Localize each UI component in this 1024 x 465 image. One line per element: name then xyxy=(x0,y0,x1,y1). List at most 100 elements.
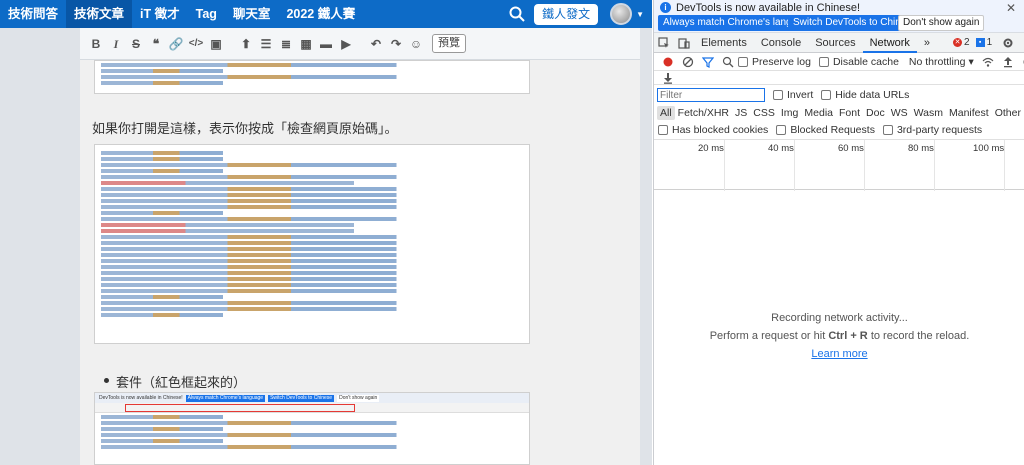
error-badge[interactable]: ✕ 2 xyxy=(953,37,970,48)
tab-network[interactable]: Network xyxy=(862,33,917,53)
filter-row: Invert Hide data URLs xyxy=(654,86,1024,104)
blocked-requests-checkbox[interactable]: Blocked Requests xyxy=(776,124,875,136)
avatar[interactable] xyxy=(610,3,633,25)
device-toolbar-icon[interactable] xyxy=(678,37,690,49)
embedded-button: Switch DevTools to Chinese xyxy=(268,394,335,402)
filter-icon[interactable] xyxy=(701,56,715,68)
article-image-devtools-panels: DevTools is now available in Chinese! Al… xyxy=(94,392,530,465)
embedded-info-bar: DevTools is now available in Chinese! Al… xyxy=(95,393,529,403)
article-image-page-source xyxy=(94,144,530,344)
preserve-log-checkbox[interactable]: Preserve log xyxy=(738,56,811,68)
close-icon[interactable]: ✕ xyxy=(1006,1,1016,15)
type-wasm[interactable]: Wasm xyxy=(911,106,946,120)
list-ol-icon[interactable]: ☰ xyxy=(256,28,276,60)
nav-qa[interactable]: 技術問答 xyxy=(0,0,66,28)
italic-icon[interactable]: I xyxy=(106,28,126,60)
preview-button[interactable]: 預覽 xyxy=(432,34,466,53)
info-text: DevTools is now available in Chinese! xyxy=(676,2,861,14)
disable-cache-checkbox[interactable]: Disable cache xyxy=(818,56,899,68)
throttling-select[interactable]: No throttling ▾ xyxy=(909,56,974,68)
type-doc[interactable]: Doc xyxy=(863,106,888,120)
timeline-label: 40 ms xyxy=(768,143,794,154)
nav-tag[interactable]: Tag xyxy=(188,0,225,28)
code-icon[interactable]: </> xyxy=(186,28,206,60)
nav-articles[interactable]: 技術文章 xyxy=(66,0,133,28)
article-image-devtools-top xyxy=(94,60,530,94)
timeline-label: 80 ms xyxy=(908,143,934,154)
type-ws[interactable]: WS xyxy=(888,106,911,120)
upload-icon[interactable] xyxy=(1002,56,1014,68)
nav-right-group: 鐵人發文 ▼ xyxy=(508,0,652,28)
timeline-label: 100 ms xyxy=(973,143,1005,154)
embedded-info-text: DevTools is now available in Chinese! xyxy=(99,395,183,401)
wifi-icon[interactable] xyxy=(982,56,994,68)
tab-console[interactable]: Console xyxy=(754,33,808,53)
invert-checkbox[interactable]: Invert xyxy=(773,89,813,101)
screen: 技術問答 技術文章 iT 徵才 Tag 聊天室 2022 鐵人賽 鐵人發文 ▼ … xyxy=(0,0,1024,465)
timeline-label: 60 ms xyxy=(838,143,864,154)
embedded-button: Always match Chrome's language xyxy=(185,394,266,402)
redo-icon[interactable]: ↷ xyxy=(386,28,406,60)
type-other[interactable]: Other xyxy=(992,106,1024,120)
has-blocked-cookies-checkbox[interactable]: Has blocked cookies xyxy=(658,124,768,136)
more-tabs-icon[interactable]: » xyxy=(917,33,937,53)
devtools-tabbar: Elements Console Sources Network » ✕ 2 ▪ 1… xyxy=(654,33,1024,53)
extra-filter-row: Has blocked cookies Blocked Requests 3rd… xyxy=(654,122,1024,138)
highlight-box xyxy=(125,404,355,412)
video-icon[interactable]: ▶ xyxy=(336,28,356,60)
image-icon[interactable]: ▣ xyxy=(206,28,226,60)
language-info-bar: i DevTools is now available in Chinese! … xyxy=(654,0,1024,33)
message-badge[interactable]: ▪ 1 xyxy=(975,37,992,48)
inspect-icon[interactable] xyxy=(658,36,670,49)
list-ul-icon[interactable]: ≣ xyxy=(276,28,296,60)
upload-icon[interactable]: ⬆ xyxy=(236,28,256,60)
type-js[interactable]: JS xyxy=(732,106,750,120)
type-img[interactable]: Img xyxy=(778,106,802,120)
type-font[interactable]: Font xyxy=(836,106,863,120)
clear-icon[interactable] xyxy=(682,56,694,68)
info-icon: i xyxy=(660,2,671,13)
top-navbar: 技術問答 技術文章 iT 徵才 Tag 聊天室 2022 鐵人賽 鐵人發文 ▼ xyxy=(0,0,652,28)
tab-sources[interactable]: Sources xyxy=(808,33,862,53)
learn-more-link[interactable]: Learn more xyxy=(654,348,1024,360)
requests-empty-state: Recording network activity... Perform a … xyxy=(654,190,1024,465)
table-icon[interactable]: ▦ xyxy=(296,28,316,60)
filter-input[interactable] xyxy=(657,88,765,102)
dont-show-again-button[interactable]: Don't show again xyxy=(898,15,985,31)
timeline-overview[interactable]: 20 ms 40 ms 60 ms 80 ms 100 ms xyxy=(654,139,1024,191)
recording-message: Recording network activity... xyxy=(771,312,908,324)
search-icon[interactable] xyxy=(508,5,526,23)
type-media[interactable]: Media xyxy=(801,106,836,120)
tab-elements[interactable]: Elements xyxy=(694,33,754,53)
embedded-tabs xyxy=(95,403,529,413)
type-all[interactable]: All xyxy=(657,106,675,120)
type-fetch-xhr[interactable]: Fetch/XHR xyxy=(675,106,732,120)
nav-chat[interactable]: 聊天室 xyxy=(225,0,279,28)
strikethrough-icon[interactable]: S xyxy=(126,28,146,60)
download-icon[interactable] xyxy=(662,72,674,84)
hr-icon[interactable]: ▬ xyxy=(316,28,336,60)
quote-icon[interactable]: ❝ xyxy=(146,28,166,60)
undo-icon[interactable]: ↶ xyxy=(366,28,386,60)
emoji-icon[interactable]: ☺ xyxy=(406,28,426,60)
record-icon[interactable] xyxy=(662,56,674,68)
website-pane: 技術問答 技術文章 iT 徵才 Tag 聊天室 2022 鐵人賽 鐵人發文 ▼ … xyxy=(0,0,652,465)
bold-icon[interactable]: B xyxy=(86,28,106,60)
network-toolbar: Preserve log Disable cache No throttling… xyxy=(654,53,1024,71)
search-icon[interactable] xyxy=(722,56,734,68)
type-css[interactable]: CSS xyxy=(750,106,778,120)
devtools-panel: i DevTools is now available in Chinese! … xyxy=(653,0,1024,465)
gear-icon[interactable] xyxy=(1002,37,1014,49)
embedded-button: Don't show again xyxy=(337,394,380,402)
type-manifest[interactable]: Manifest xyxy=(946,106,992,120)
timeline-label: 20 ms xyxy=(698,143,724,154)
link-icon[interactable]: 🔗 xyxy=(166,28,186,60)
hide-data-urls-checkbox[interactable]: Hide data URLs xyxy=(821,89,909,101)
article-body: 如果你打開是這樣，表示你按成「檢查網頁原始碼」。 套件（紅色框起來的） DevT xyxy=(80,60,640,465)
chevron-down-icon[interactable]: ▼ xyxy=(636,10,644,19)
post-article-button[interactable]: 鐵人發文 xyxy=(534,3,599,25)
nav-ironman[interactable]: 2022 鐵人賽 xyxy=(278,0,363,28)
third-party-requests-checkbox[interactable]: 3rd-party requests xyxy=(882,124,982,136)
nav-jobs[interactable]: iT 徵才 xyxy=(132,0,188,28)
bullet-dot xyxy=(104,378,109,383)
